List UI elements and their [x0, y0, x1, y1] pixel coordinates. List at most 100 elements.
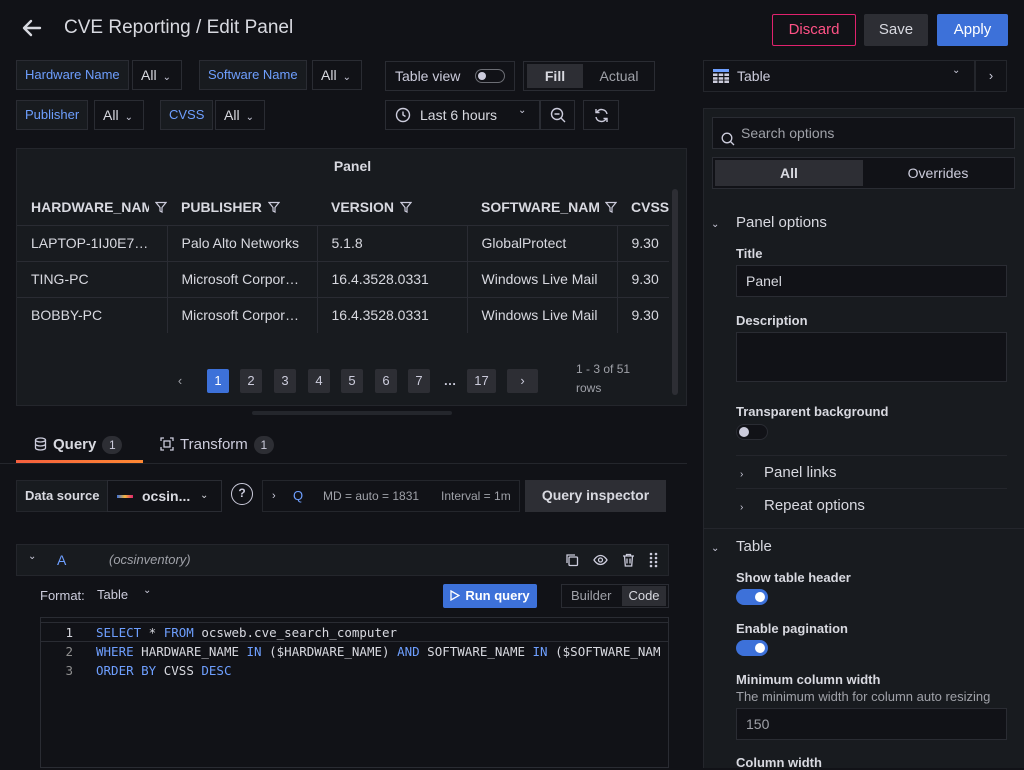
sql-text: ocsweb.cve_search_computer [193, 625, 398, 640]
discard-button[interactable]: Discard [772, 14, 856, 46]
section-repeat-options[interactable]: › Repeat options [740, 497, 865, 514]
apply-button[interactable]: Apply [937, 14, 1008, 46]
page-title: CVE Reporting / Edit Panel [64, 17, 294, 38]
variable-select-cvss[interactable]: All ⌄ [215, 100, 265, 130]
tab-transform[interactable]: Transform 1 [160, 435, 274, 465]
sql-keyword: ORDER BY [96, 663, 157, 678]
chevron-down-icon[interactable]: ⌄ [28, 551, 36, 562]
column-header-label: VERSION [331, 198, 395, 215]
query-inspector-button[interactable]: Query inspector [525, 480, 666, 512]
line-number: 2 [65, 644, 73, 659]
variable-select-software-name[interactable]: All ⌄ [312, 60, 362, 90]
datasource-picker[interactable]: ocsin... ⌄ [107, 480, 222, 512]
section-title: Panel options [736, 214, 827, 231]
format-label: Format: [40, 588, 85, 603]
refresh-button[interactable] [583, 100, 619, 130]
chevron-down-icon: ⌄ [952, 65, 961, 76]
database-icon [34, 437, 47, 457]
section-panel-links[interactable]: › Panel links [740, 464, 837, 481]
tab-overrides[interactable]: Overrides [864, 160, 1012, 186]
pagination-page-6[interactable]: 6 [375, 369, 397, 393]
table-icon [713, 69, 729, 86]
variable-select-hardware-name[interactable]: All ⌄ [132, 60, 182, 90]
column-header-label: CVSS [631, 198, 669, 215]
time-range-picker[interactable]: Last 6 hours ⌄ [385, 100, 540, 130]
variable-select-publisher[interactable]: All ⌄ [94, 100, 144, 130]
drag-handle-icon[interactable] [649, 552, 658, 571]
query-row-header[interactable]: ⌄ A (ocsinventory) [16, 544, 669, 576]
minimum-column-width-input[interactable]: 150 [736, 708, 1007, 740]
time-range-label: Last 6 hours [420, 107, 498, 123]
chevron-down-icon: ⌄ [245, 112, 254, 123]
column-header[interactable]: SOFTWARE_NAME [467, 189, 617, 225]
transparent-background-switch[interactable] [736, 424, 768, 440]
datasource-logo-icon [117, 495, 133, 498]
help-icon[interactable]: ? [231, 483, 253, 505]
actual-option[interactable]: Actual [586, 64, 652, 88]
pagination-page-3[interactable]: 3 [274, 369, 296, 393]
section-table[interactable]: ⌄ Table [711, 538, 772, 555]
sql-keyword: SELECT [96, 625, 142, 640]
back-arrow-icon[interactable] [20, 16, 48, 44]
enable-pagination-switch[interactable] [736, 640, 768, 656]
search-options-input[interactable]: Search options [712, 117, 1015, 149]
chevron-down-icon: ⌄ [711, 219, 720, 230]
trash-icon[interactable] [622, 553, 635, 570]
pagination-page-7[interactable]: 7 [408, 369, 430, 393]
tab-transform-count: 1 [253, 436, 274, 454]
section-panel-options[interactable]: ⌄ Panel options [711, 214, 827, 231]
pagination-page-5[interactable]: 5 [341, 369, 363, 393]
column-header[interactable]: PUBLISHER [167, 189, 317, 225]
tab-all[interactable]: All [715, 160, 863, 186]
description-textarea[interactable] [736, 332, 1007, 382]
search-placeholder: Search options [741, 125, 835, 141]
duplicate-icon[interactable] [565, 553, 579, 570]
pagination-page-4[interactable]: 4 [308, 369, 330, 393]
save-button[interactable]: Save [864, 14, 928, 46]
chevron-right-icon[interactable]: › [975, 60, 1007, 92]
sql-keyword: IN [532, 644, 548, 659]
filter-icon[interactable] [267, 200, 281, 213]
table-scrollbar[interactable] [672, 189, 678, 395]
table-cell: TING-PC [17, 260, 167, 297]
run-query-button[interactable]: Run query [443, 584, 537, 608]
variable-value: All [141, 67, 157, 83]
pagination-ellipsis: … [443, 373, 457, 388]
table-view-switch[interactable] [475, 69, 505, 83]
column-header[interactable]: CVSS [617, 189, 669, 225]
pagination-page-1[interactable]: 1 [207, 369, 229, 393]
panel-resize-handle[interactable] [252, 411, 452, 415]
active-tab-indicator [16, 460, 143, 463]
table-view-toggle[interactable]: Table view [385, 61, 515, 91]
builder-mode[interactable]: Builder [571, 585, 611, 607]
visualization-picker[interactable]: Table ⌄ [703, 60, 975, 92]
filter-icon[interactable] [604, 200, 617, 213]
tab-query-label: Query [53, 436, 97, 453]
column-header[interactable]: HARDWARE_NAME [17, 189, 167, 225]
show-table-header-switch[interactable] [736, 589, 768, 605]
query-ref-id[interactable]: A [57, 552, 66, 568]
title-input[interactable]: Panel [736, 265, 1007, 297]
table-cell: Microsoft Corporation [166, 260, 317, 297]
pagination-prev[interactable]: ‹ [169, 369, 191, 393]
table-row: TING-PC Microsoft Corporation 16.4.3528.… [17, 260, 669, 297]
filter-icon[interactable] [399, 200, 413, 213]
fill-option[interactable]: Fill [527, 64, 583, 88]
pagination-page-17[interactable]: 17 [467, 369, 496, 393]
table-cell: 16.4.3528.0331 [316, 296, 467, 333]
panel-preview: Panel HARDWARE_NAME PUBLISHER VERSION SO… [16, 148, 687, 406]
filter-icon[interactable] [154, 200, 167, 213]
pagination-page-2[interactable]: 2 [240, 369, 262, 393]
format-select[interactable]: Table ⌄ [97, 585, 157, 602]
query-options[interactable]: › Q MD = auto = 1831 Interval = 1m [262, 480, 520, 512]
sql-editor[interactable]: 1 SELECT * FROM ocsweb.cve_search_comput… [40, 617, 669, 768]
zoom-out-button[interactable] [540, 100, 575, 130]
chevron-down-icon: ⌄ [711, 543, 720, 554]
chevron-right-icon: › [740, 469, 744, 480]
eye-icon[interactable] [593, 553, 608, 570]
pagination-next[interactable]: › [507, 369, 538, 393]
code-mode[interactable]: Code [622, 586, 666, 606]
column-header[interactable]: VERSION [317, 189, 467, 225]
data-table: HARDWARE_NAME PUBLISHER VERSION SOFTWARE… [17, 189, 669, 333]
section-title: Panel links [764, 464, 837, 481]
